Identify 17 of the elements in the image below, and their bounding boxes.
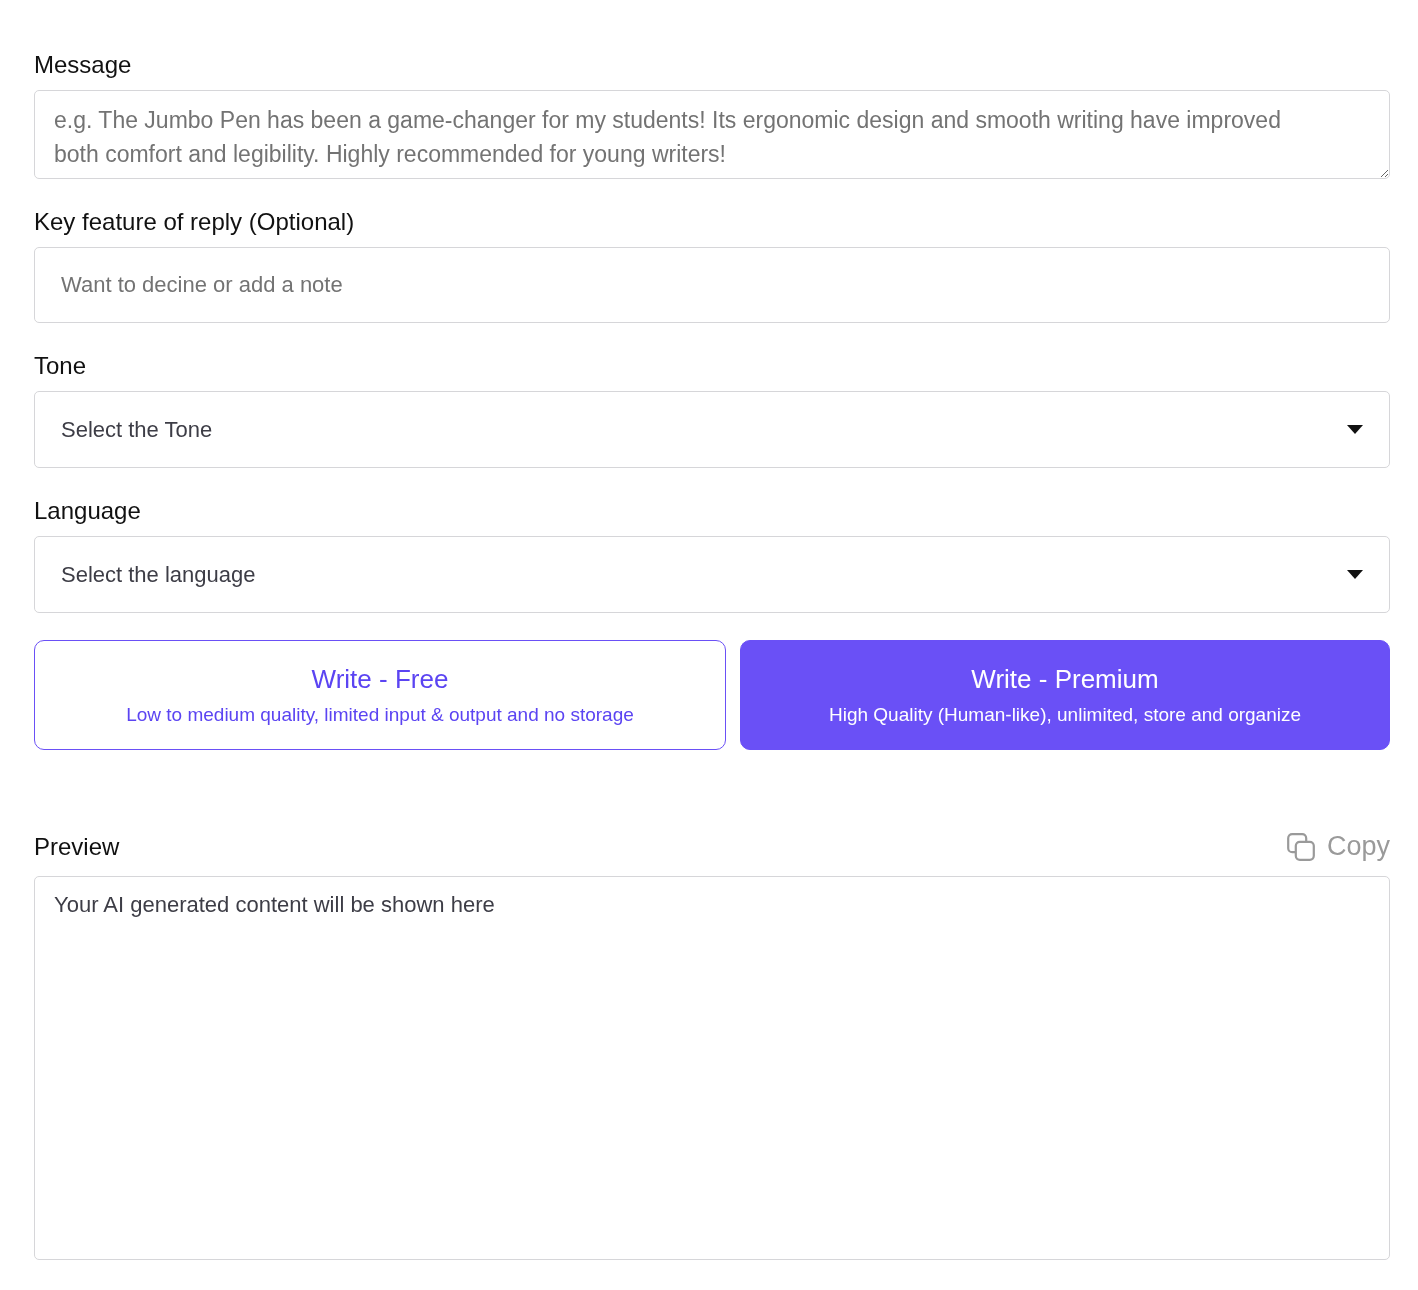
field-label: Language (34, 496, 141, 526)
preview-text: Your AI generated content will be shown here (54, 892, 495, 917)
field-label: Message (34, 50, 132, 80)
dropdown-field[interactable]: Select the language (34, 536, 1390, 613)
dropdown-value: Select the Tone (61, 416, 213, 443)
message-field[interactable]: e.g. The Jumbo Pen has been a game-changer for my students! Its ergonomic design and smooth writing have improved both comfort and legibility. Highly recommended for young writers! (34, 90, 1390, 179)
dropdown-value: Select the language (61, 561, 256, 588)
write-button[interactable]: Write - Free Low to medium quality, limited input & output and no storage (34, 640, 726, 750)
write-button[interactable]: Write - Premium High Quality (Human-like), unlimited, store and organize (740, 640, 1390, 750)
dropdown-field[interactable]: Select the Tone (34, 391, 1390, 468)
field-label: Tone (34, 351, 87, 381)
caret-icon (1347, 570, 1363, 579)
caret-icon (1347, 425, 1363, 434)
field-label: Key feature of reply (Optional) (34, 207, 355, 237)
copy-icon (1286, 832, 1315, 861)
text-input-field[interactable]: Want to decine or add a note (34, 247, 1390, 323)
preview-label: Preview (34, 831, 120, 862)
